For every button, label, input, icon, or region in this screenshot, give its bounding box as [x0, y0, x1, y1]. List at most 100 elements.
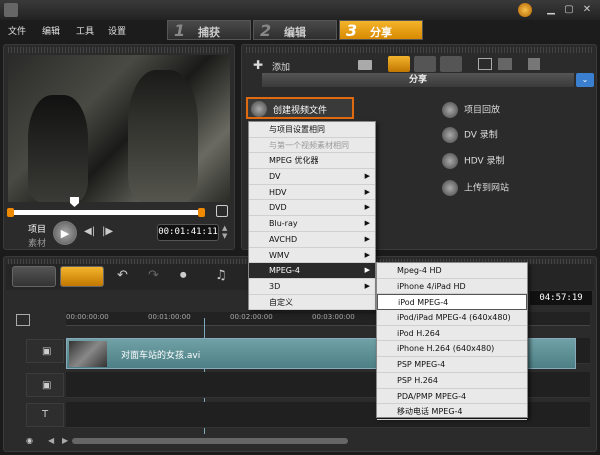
step-number: 2	[260, 21, 272, 40]
list-view-icon[interactable]	[478, 58, 492, 70]
image-filter-button[interactable]	[414, 56, 436, 72]
trim-start-handle[interactable]	[7, 208, 14, 217]
storyboard-view-button[interactable]	[12, 266, 56, 287]
create-video-context-menu: 与项目设置相同 与第一个视频素材相同 MPEG 优化器 DV ▶ HDV ▶ DVD ▶ Blu-…	[248, 121, 376, 311]
context-menu-item-label: AVCHD	[269, 234, 298, 244]
context-menu-item[interactable]: DV ▶	[249, 169, 375, 185]
create-video-file-button[interactable]: 创建视频文件	[246, 97, 354, 119]
film-reel-icon	[251, 101, 267, 117]
context-menu-item[interactable]: WMV ▶	[249, 248, 375, 264]
project-mode-label[interactable]: 项目	[28, 222, 46, 235]
menu-file[interactable]: 文件	[8, 24, 26, 37]
context-menu-item[interactable]: 自定义	[249, 295, 375, 311]
redo-icon[interactable]: ↷	[148, 268, 159, 283]
dv-record-button[interactable]: DV 录制	[442, 127, 498, 143]
play-button[interactable]: ▶	[53, 221, 77, 245]
project-playback-label: 项目回放	[464, 105, 501, 116]
video-track-icon: ▣	[42, 346, 52, 357]
scroll-right-icon[interactable]: ▶	[62, 436, 68, 445]
track-manager-icon[interactable]	[16, 314, 30, 326]
ruler-tick-label: 00:03:00:00	[312, 313, 355, 321]
close-icon[interactable]: ✕	[581, 4, 593, 16]
project-playback-button[interactable]: 项目回放	[442, 102, 500, 118]
context-menu-item[interactable]: AVCHD ▶	[249, 232, 375, 248]
submenu-item[interactable]: 移动电话 MPEG-4	[377, 404, 527, 420]
menu-tools[interactable]: 工具	[76, 24, 94, 37]
preview-scrubber[interactable]	[10, 210, 202, 215]
hdv-record-button[interactable]: HDV 录制	[442, 153, 505, 169]
timecode-spinner-icon[interactable]: ▲ ▼	[222, 224, 227, 240]
context-menu-item: 与第一个视频素材相同	[249, 138, 375, 154]
record-capture-icon[interactable]: ⏺	[180, 268, 187, 283]
collapse-button[interactable]: ⌄	[576, 73, 594, 87]
submenu-item[interactable]: iPod/iPad MPEG-4 (640x480)	[377, 310, 527, 326]
prev-frame-icon[interactable]: ◀|	[84, 226, 95, 237]
undo-icon[interactable]: ↶	[117, 268, 128, 283]
mixer-icon[interactable]: ♫	[215, 268, 227, 283]
minimize-icon[interactable]: ▁	[545, 4, 557, 16]
submenu-item[interactable]: iPod H.264	[377, 326, 527, 342]
step-label: 编辑	[284, 26, 306, 39]
submenu-item[interactable]: PDA/PMP MPEG-4	[377, 389, 527, 405]
submenu-item-label: Mpeg-4 HD	[397, 266, 442, 275]
help-icon[interactable]	[518, 3, 532, 17]
submenu-item[interactable]: PSP MPEG-4	[377, 357, 527, 373]
menu-settings[interactable]: 设置	[108, 24, 126, 37]
step-capture[interactable]: 1 捕获	[167, 20, 251, 40]
context-menu-item-label: Blu-ray	[269, 219, 298, 229]
submenu-arrow-icon: ▶	[364, 281, 370, 290]
timeline-horizontal-scrollbar[interactable]	[72, 438, 348, 444]
submenu-item-label: iPod H.264	[397, 328, 440, 338]
submenu-item[interactable]: PSP H.264	[377, 373, 527, 389]
crop-icon[interactable]	[216, 205, 228, 217]
upload-web-button[interactable]: 上传到网站	[442, 180, 509, 196]
context-menu-item[interactable]: DVD ▶	[249, 200, 375, 217]
add-label[interactable]: 添加	[272, 60, 290, 73]
panel-grip	[246, 47, 592, 53]
context-menu-item[interactable]: 与项目设置相同	[249, 122, 375, 138]
step-number: 1	[174, 21, 186, 40]
title-track-icon: T	[42, 409, 49, 420]
ruler-tick-label: 00:00:00:00	[66, 313, 109, 321]
add-icon[interactable]: ✚	[253, 58, 263, 72]
timeline-view-button[interactable]	[60, 266, 104, 287]
preview-figure-right	[128, 70, 198, 202]
submenu-arrow-icon: ▶	[364, 234, 370, 243]
step-edit[interactable]: 2 编辑	[253, 20, 337, 40]
submenu-item[interactable]: iPod MPEG-4	[377, 294, 527, 311]
hdv-record-label: HDV 录制	[464, 156, 505, 167]
context-menu-item[interactable]: MPEG 优化器	[249, 153, 375, 170]
context-menu-item-label: MPEG 优化器	[269, 156, 319, 166]
submenu-item[interactable]: iPhone H.264 (640x480)	[377, 341, 527, 358]
timecode-display[interactable]: 00:01:41:11	[157, 224, 219, 241]
video-filter-button[interactable]	[388, 56, 410, 72]
scroll-left-icon[interactable]: ◀	[48, 436, 54, 445]
clip-mode-label[interactable]: 素材	[28, 236, 46, 249]
overlay-track-icon: ▣	[42, 380, 52, 391]
folder-icon[interactable]	[358, 60, 372, 70]
context-menu-item[interactable]: MPEG-4 ▶	[249, 263, 375, 279]
submenu-item[interactable]: iPhone 4/iPad HD	[377, 279, 527, 295]
playback-icon	[442, 102, 458, 118]
context-menu-item-label: MPEG-4	[269, 266, 300, 276]
context-menu-item[interactable]: HDV ▶	[249, 185, 375, 201]
video-preview	[8, 55, 230, 202]
app-logo-icon	[4, 3, 18, 17]
submenu-item[interactable]: Mpeg-4 HD	[377, 263, 527, 279]
context-menu-item[interactable]: Blu-ray ▶	[249, 216, 375, 232]
trim-end-handle[interactable]	[198, 208, 205, 217]
next-frame-icon[interactable]: |▶	[102, 226, 113, 237]
thumbnail-view-icon[interactable]	[498, 58, 512, 70]
zoom-control[interactable]: ◉	[26, 436, 33, 445]
audio-filter-button[interactable]	[440, 56, 462, 72]
context-menu-item[interactable]: 3D ▶	[249, 279, 375, 295]
menu-edit[interactable]: 编辑	[42, 24, 60, 37]
context-menu-item-label: DV	[269, 172, 281, 182]
globe-icon	[442, 180, 458, 196]
step-share[interactable]: 3 分享	[339, 20, 423, 40]
maximize-icon[interactable]: ▢	[563, 4, 575, 16]
step-label: 捕获	[198, 26, 220, 39]
dv-record-label: DV 录制	[464, 130, 498, 141]
sort-icon[interactable]	[528, 58, 540, 70]
submenu-arrow-icon: ▶	[364, 250, 370, 259]
